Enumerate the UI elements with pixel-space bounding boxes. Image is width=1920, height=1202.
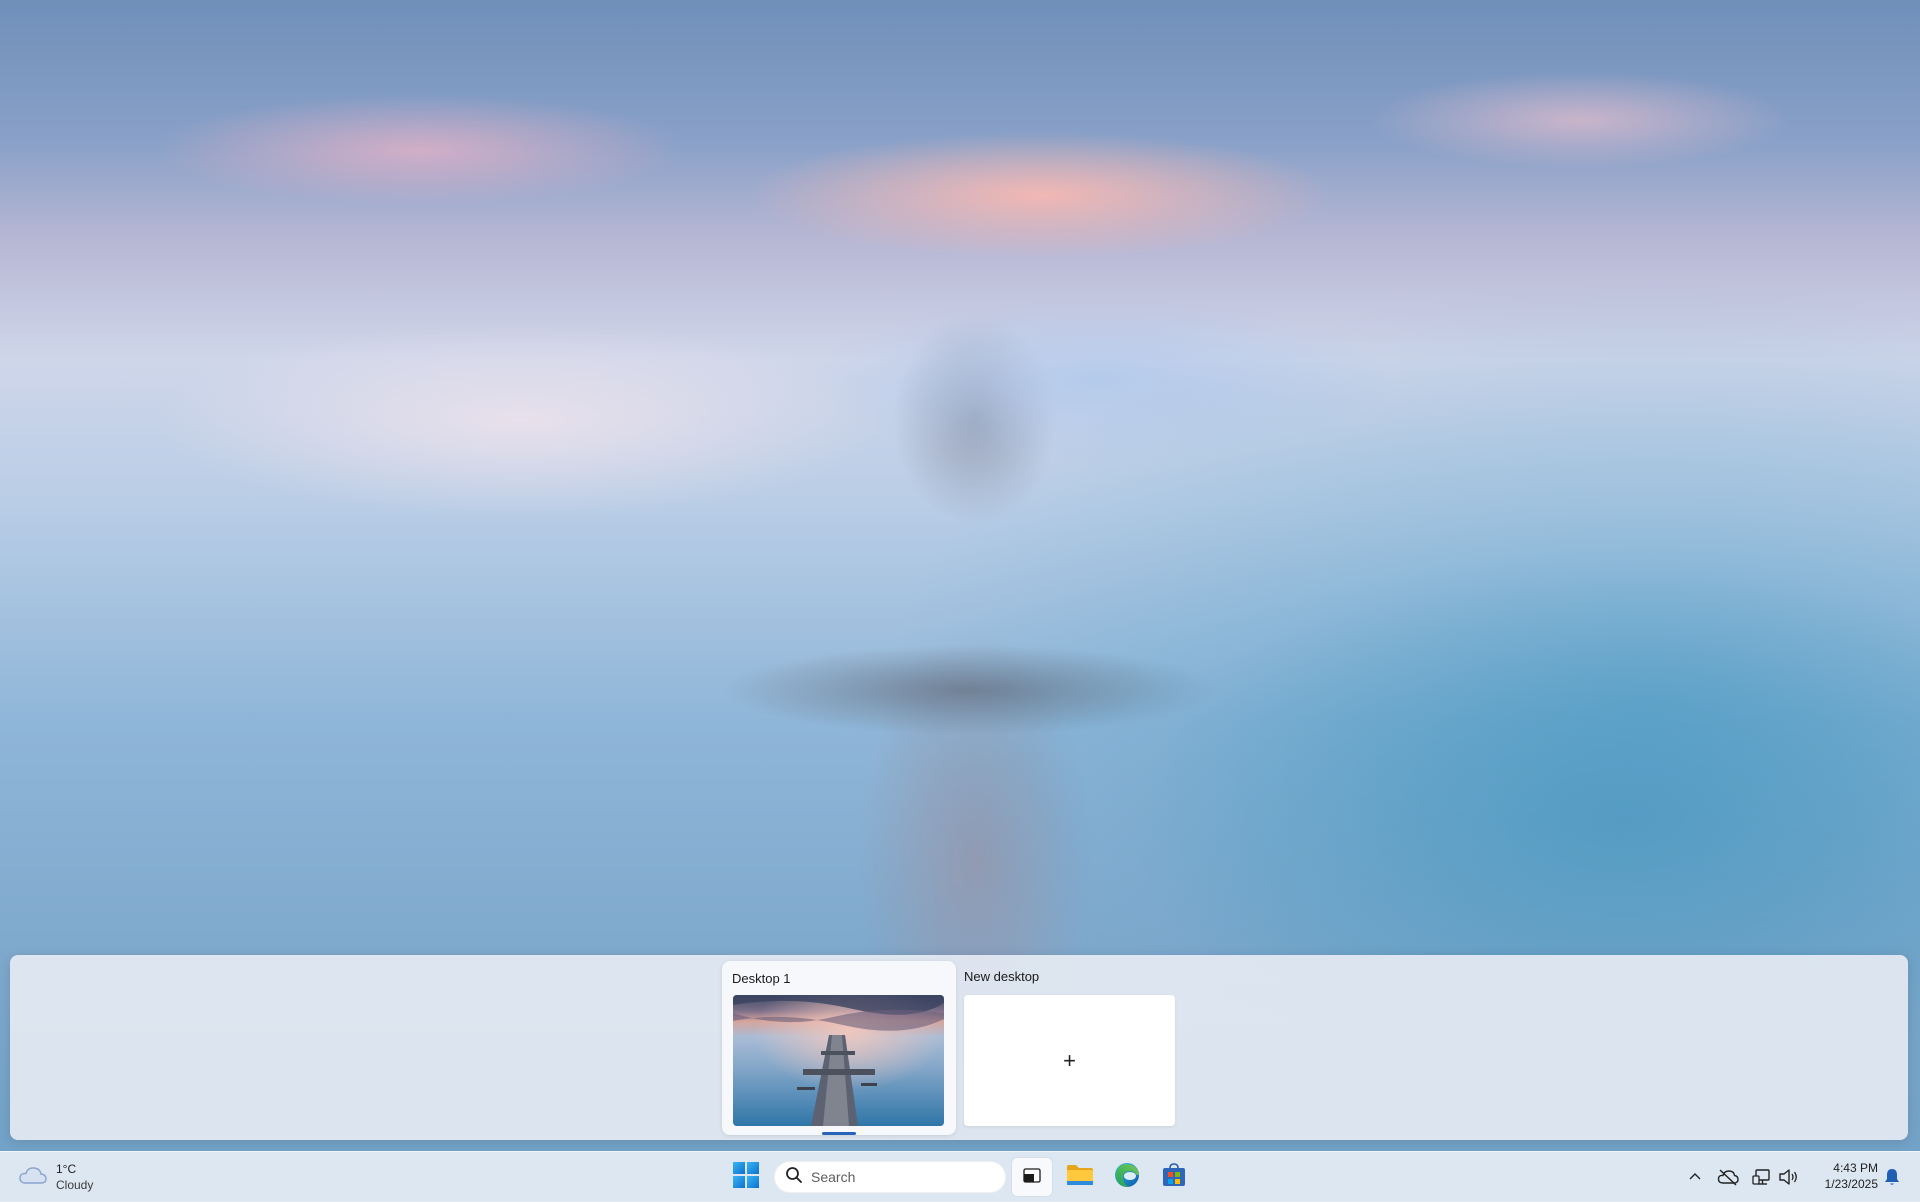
start-button[interactable] <box>726 1158 766 1196</box>
windows-logo-icon <box>733 1161 759 1193</box>
desktop-card-1[interactable]: Desktop 1 <box>722 961 956 1135</box>
task-view-panel: Desktop 1 New desktop + <box>10 955 1908 1140</box>
clock[interactable]: 4:43 PM 1/23/2025 <box>1806 1160 1878 1194</box>
clock-date: 1/23/2025 <box>1824 1177 1878 1191</box>
search-input[interactable]: Search <box>774 1161 1006 1193</box>
taskbar: 1°C Cloudy Search 4:43 PM 1/23/2025 <box>0 1151 1920 1202</box>
plus-icon: + <box>1063 1047 1076 1073</box>
cloud-icon <box>18 1164 48 1191</box>
edge-button[interactable] <box>1107 1158 1147 1196</box>
edge-icon <box>1113 1161 1141 1194</box>
clock-time: 4:43 PM <box>1833 1161 1878 1175</box>
chevron-up-icon[interactable] <box>1683 1165 1707 1189</box>
desktop-card-label: Desktop 1 <box>732 971 791 986</box>
network-icon[interactable] <box>1750 1165 1774 1189</box>
new-desktop-label: New desktop <box>964 969 1040 984</box>
new-desktop-card[interactable]: New desktop + <box>964 961 1198 1135</box>
file-explorer-button[interactable] <box>1060 1158 1100 1196</box>
folder-icon <box>1066 1163 1094 1192</box>
active-desktop-indicator <box>822 1132 856 1135</box>
task-view-button[interactable] <box>1012 1158 1052 1196</box>
volume-icon[interactable] <box>1777 1165 1801 1189</box>
new-desktop-button[interactable]: + <box>964 995 1175 1126</box>
weather-widget[interactable]: 1°C Cloudy <box>18 1160 93 1194</box>
store-icon <box>1161 1162 1187 1193</box>
desktop-thumbnail[interactable] <box>733 995 944 1126</box>
search-icon <box>785 1166 803 1189</box>
search-placeholder: Search <box>811 1169 856 1185</box>
pier-wallpaper-thumbnail <box>733 995 944 1126</box>
weather-temperature: 1°C <box>56 1162 77 1176</box>
store-button[interactable] <box>1154 1158 1194 1196</box>
bell-icon[interactable] <box>1880 1165 1904 1189</box>
task-view-icon <box>1021 1164 1043 1191</box>
weather-condition: Cloudy <box>56 1178 94 1192</box>
cloud-off-icon[interactable] <box>1716 1165 1740 1189</box>
